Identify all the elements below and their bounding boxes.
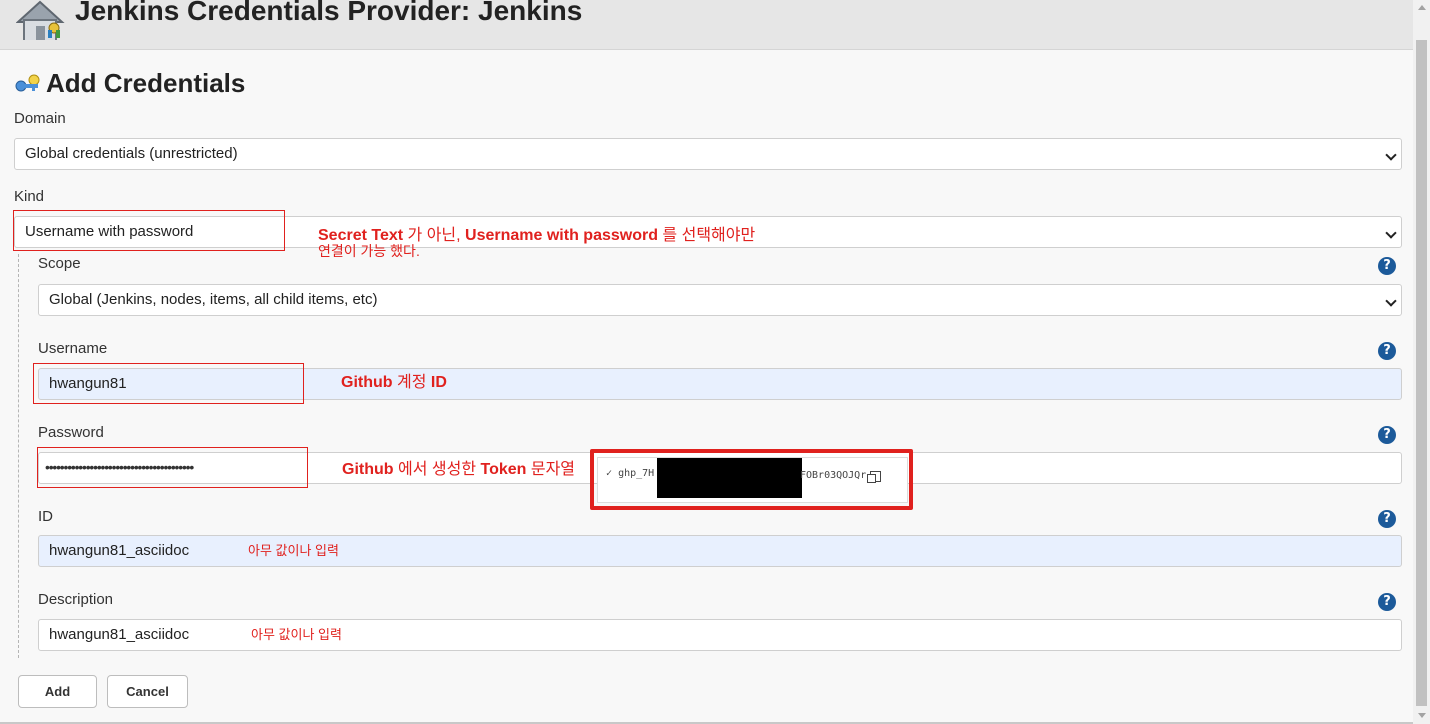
id-annotation: 아무 값이나 입력 [248, 543, 339, 558]
description-value: hwangun81_asciidoc [49, 626, 190, 643]
scroll-down-arrow-icon[interactable] [1418, 713, 1426, 718]
password-label: Password [38, 424, 104, 441]
keys-icon [15, 74, 40, 92]
id-value: hwangun81_asciidoc [49, 542, 190, 559]
page-header: Jenkins Credentials Provider: Jenkins [0, 0, 1413, 50]
kind-label: Kind [14, 188, 45, 205]
username-highlight-box [33, 363, 304, 404]
username-label: Username [38, 340, 108, 357]
help-icon[interactable]: ? [1378, 342, 1396, 360]
kind-highlight-box [13, 210, 285, 251]
id-input[interactable]: hwangun81_asciidoc [38, 535, 1402, 567]
password-annotation: Github 에서 생성한 Token 문자열 [342, 461, 576, 478]
help-icon[interactable]: ? [1378, 593, 1396, 611]
description-label: Description [38, 591, 114, 608]
chevron-down-icon [1385, 227, 1397, 239]
help-icon[interactable]: ? [1378, 426, 1396, 444]
scope-select[interactable]: Global (Jenkins, nodes, items, all child… [38, 284, 1402, 316]
help-icon[interactable]: ? [1378, 257, 1396, 275]
description-annotation: 아무 값이나 입력 [251, 627, 342, 642]
chevron-down-icon [1385, 295, 1397, 307]
help-icon[interactable]: ? [1378, 510, 1396, 528]
scroll-up-arrow-icon[interactable] [1418, 5, 1426, 10]
house-icon [16, 0, 65, 40]
section-title: Add Credentials [46, 68, 246, 98]
page-title: Jenkins Credentials Provider: Jenkins [75, 0, 583, 26]
scope-value: Global (Jenkins, nodes, items, all child… [49, 291, 378, 308]
domain-select[interactable]: Global credentials (unrestricted) [14, 138, 1402, 170]
password-highlight-box [37, 447, 308, 488]
username-annotation: Github 계정 ID [341, 374, 447, 391]
scope-label: Scope [38, 255, 81, 272]
page [0, 0, 1413, 724]
token-highlight-box [590, 449, 913, 510]
chevron-down-icon [1385, 149, 1397, 161]
add-button[interactable]: Add [18, 675, 97, 708]
kind-annotation-line2: 연결이 가능 했다. [318, 243, 420, 259]
description-input[interactable]: hwangun81_asciidoc [38, 619, 1402, 651]
domain-label: Domain [14, 110, 66, 127]
cancel-button[interactable]: Cancel [107, 675, 188, 708]
scrollbar-thumb[interactable] [1416, 40, 1427, 706]
nested-group-line [18, 254, 19, 658]
domain-value: Global credentials (unrestricted) [25, 145, 238, 162]
id-label: ID [38, 508, 53, 525]
